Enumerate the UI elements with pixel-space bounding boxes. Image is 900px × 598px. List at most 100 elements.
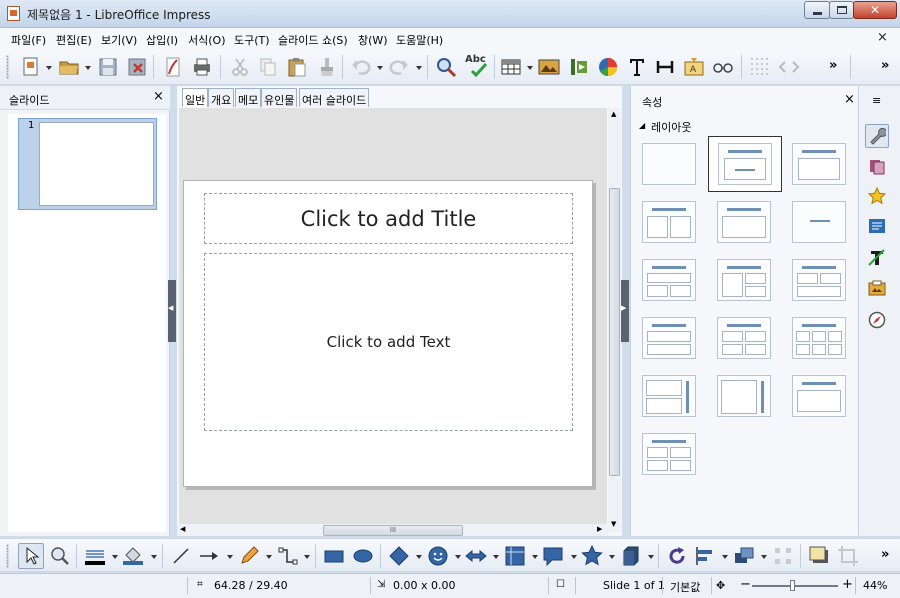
shadow-button[interactable] <box>808 545 830 567</box>
status-master-name[interactable]: 기본값 <box>670 579 700 595</box>
flowchart-dropdown-arrow[interactable] <box>532 555 538 559</box>
layout-title-4-content[interactable] <box>717 317 771 359</box>
close-document-button[interactable]: × <box>877 30 888 45</box>
slide-thumbnail[interactable] <box>39 122 154 206</box>
align-button[interactable] <box>694 545 716 567</box>
find-replace-button[interactable] <box>435 56 457 78</box>
insert-table-button[interactable] <box>500 56 522 78</box>
master-slides-icon[interactable] <box>865 214 889 238</box>
tab-notes[interactable]: 메모 <box>235 88 262 107</box>
slide-thumbnail-item[interactable]: 1 <box>18 118 157 210</box>
layout-title-2-content-over-content[interactable] <box>792 259 846 301</box>
paste-button[interactable] <box>286 56 308 78</box>
menu-tools[interactable]: 도구(T) <box>234 32 270 48</box>
slide-transition-icon[interactable] <box>865 154 889 178</box>
new-document-button[interactable] <box>20 56 42 78</box>
zoom-fit-icon[interactable]: ✥ <box>716 579 725 592</box>
tab-slide-sorter[interactable]: 여러 슬라이드 <box>299 88 370 107</box>
layout-title-content-stack[interactable] <box>642 317 696 359</box>
freeform-button[interactable] <box>238 545 260 567</box>
print-button[interactable] <box>191 56 213 78</box>
block-arrows-dropdown-arrow[interactable] <box>493 555 499 559</box>
connector-dropdown-arrow[interactable] <box>304 555 310 559</box>
clone-formatting-button[interactable] <box>315 56 337 78</box>
zoom-in-button[interactable]: + <box>842 577 853 592</box>
rotate-button[interactable] <box>666 545 688 567</box>
menu-format[interactable]: 서식(O) <box>188 32 225 48</box>
menu-insert[interactable]: 삽입(I) <box>146 32 178 48</box>
custom-animation-icon[interactable] <box>865 184 889 208</box>
tab-handout[interactable]: 유인물 <box>261 88 298 107</box>
content-placeholder[interactable]: Click to add Text <box>204 253 573 431</box>
basic-shapes-dropdown-arrow[interactable] <box>416 555 422 559</box>
navigator-icon[interactable] <box>865 308 889 332</box>
connector-button[interactable] <box>277 545 299 567</box>
zoom-slider-handle[interactable] <box>790 580 795 591</box>
basic-shapes-button[interactable] <box>388 545 410 567</box>
insert-chart-button[interactable] <box>597 56 619 78</box>
select-button[interactable] <box>18 543 44 569</box>
slides-pane-collapse-handle[interactable] <box>168 280 176 342</box>
layout-title-6-content[interactable] <box>792 317 846 359</box>
styles-icon[interactable] <box>865 246 889 270</box>
ellipse-button[interactable] <box>352 545 374 567</box>
properties-icon[interactable] <box>865 124 889 148</box>
insert-text-box-button[interactable] <box>626 56 648 78</box>
document-modified-icon[interactable]: ☐ <box>556 579 565 590</box>
spelling-button[interactable]: Abc <box>463 53 489 78</box>
maximize-button[interactable] <box>829 1 854 19</box>
properties-close-button[interactable]: × <box>844 92 855 107</box>
arrange-dropdown-arrow[interactable] <box>761 555 767 559</box>
scroll-left-icon[interactable]: ◀ <box>180 525 185 533</box>
toolbar-grip[interactable] <box>6 544 9 568</box>
sidebar-collapse-handle[interactable] <box>621 280 629 342</box>
slides-pane-close-button[interactable]: × <box>153 89 164 104</box>
menu-help[interactable]: 도움말(H) <box>396 32 443 48</box>
export-button[interactable] <box>126 56 148 78</box>
vertical-scrollbar[interactable]: ▲ ▼ <box>608 108 621 532</box>
open-button[interactable] <box>58 56 80 78</box>
align-dropdown-arrow[interactable] <box>722 555 728 559</box>
layout-title-vertical-text[interactable] <box>792 375 846 417</box>
menu-view[interactable]: 보기(V) <box>101 32 137 48</box>
table-dropdown-arrow[interactable] <box>527 66 533 70</box>
zoom-pan-button[interactable] <box>49 545 71 567</box>
copy-button[interactable] <box>257 56 279 78</box>
3d-objects-dropdown-arrow[interactable] <box>648 555 654 559</box>
gallery-icon[interactable] <box>865 276 889 300</box>
tab-outline[interactable]: 개요 <box>208 88 235 107</box>
layout-title-4-boxes[interactable] <box>642 433 696 475</box>
layout-title-content[interactable] <box>708 136 782 192</box>
stars-dropdown-arrow[interactable] <box>609 555 615 559</box>
zoom-slider-track[interactable] <box>752 585 838 587</box>
fill-color-button[interactable] <box>122 545 144 567</box>
save-button[interactable] <box>97 56 119 78</box>
scroll-down-icon[interactable]: ▼ <box>611 520 616 528</box>
toolbar-grip[interactable] <box>6 55 9 79</box>
distribute-button[interactable] <box>772 545 794 567</box>
menu-file[interactable]: 파일(F) <box>11 32 46 48</box>
impress-app-icon[interactable] <box>7 6 20 21</box>
line-color-button[interactable] <box>84 545 106 567</box>
insert-media-button[interactable] <box>568 56 590 78</box>
zoom-out-button[interactable]: − <box>740 577 751 592</box>
horizontal-scrollbar[interactable]: ◀ III ▶ <box>177 524 608 536</box>
undo-button[interactable] <box>350 56 372 78</box>
redo-button[interactable] <box>388 56 410 78</box>
stars-button[interactable] <box>581 544 603 567</box>
flowchart-button[interactable] <box>504 545 526 567</box>
arrange-button[interactable] <box>733 545 755 567</box>
layout-title-2-content[interactable] <box>642 201 696 243</box>
horizontal-scroll-thumb[interactable]: III <box>323 525 463 536</box>
fill-color-dropdown-arrow[interactable] <box>151 555 157 559</box>
title-placeholder[interactable]: Click to add Title <box>204 193 573 244</box>
layout-blank[interactable] <box>642 143 696 185</box>
insert-image-button[interactable] <box>538 56 560 78</box>
cut-button[interactable] <box>229 56 251 78</box>
menu-edit[interactable]: 편집(E) <box>56 32 92 48</box>
layout-centered-text[interactable] <box>792 201 846 243</box>
minimize-button[interactable] <box>804 1 830 19</box>
layout-title-only[interactable] <box>792 143 846 185</box>
open-dropdown-arrow[interactable] <box>85 66 91 70</box>
redo-dropdown-arrow[interactable] <box>416 66 422 70</box>
